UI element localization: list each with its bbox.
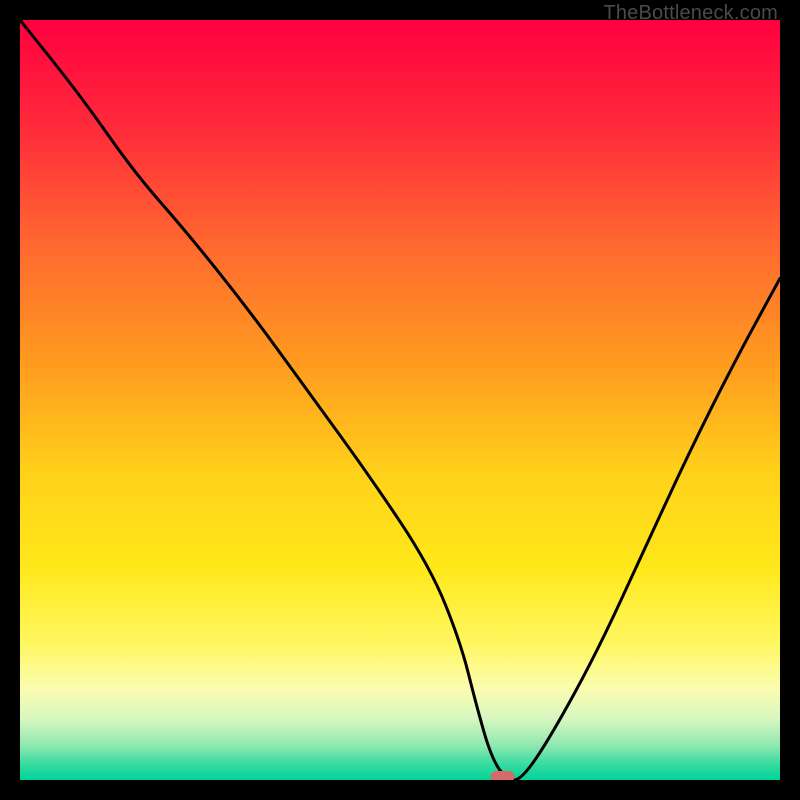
watermark-text: TheBottleneck.com bbox=[603, 2, 778, 25]
bottleneck-curve bbox=[20, 20, 780, 780]
bottleneck-chart bbox=[20, 20, 780, 780]
optimal-marker bbox=[491, 771, 515, 780]
